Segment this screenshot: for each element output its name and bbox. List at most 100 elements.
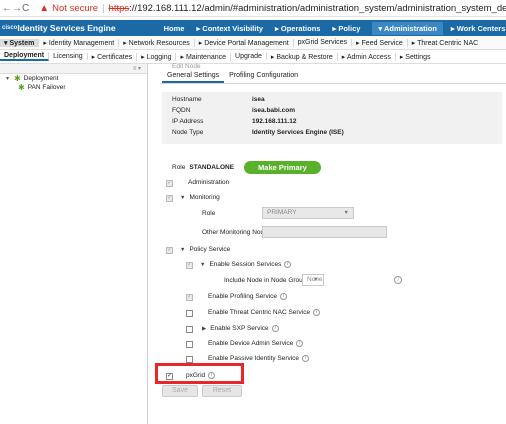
submenu-admin-access[interactable]: ▸ Admin Access <box>338 52 396 61</box>
tab-divider <box>160 83 506 84</box>
passive-identity-checkbox[interactable] <box>186 356 193 363</box>
nav-administration[interactable]: ▾ Administration <box>372 21 443 35</box>
tree-item-deployment[interactable]: ▾ ✱ Deployment <box>0 74 147 83</box>
submenu-backup-restore[interactable]: ▸ Backup & Restore <box>267 52 338 61</box>
menu-identity-management[interactable]: ▸ Identity Management <box>39 38 120 47</box>
threat-nac-text: Enable Threat Centric NAC Service <box>208 309 311 316</box>
session-services-label[interactable]: ▼ Enable Session Services i <box>200 261 292 268</box>
fqdn-row: FQDN isea.babi.com <box>172 107 295 114</box>
url-path[interactable]: ://192.168.111.12/admin/#administration/… <box>129 3 506 14</box>
monitoring-role-select[interactable]: PRIMARY ▼ <box>262 207 354 219</box>
deployment-tree-panel: ≡ ▾ ▾ ✱ Deployment ✱ PAN Failover <box>0 64 148 424</box>
threat-nac-label: Enable Threat Centric NAC Service i <box>208 309 321 316</box>
device-admin-checkbox[interactable] <box>186 341 193 348</box>
sxp-checkbox[interactable] <box>186 326 193 333</box>
save-button[interactable]: Save <box>162 385 198 397</box>
info-icon[interactable]: i <box>271 325 279 332</box>
breadcrumb: Edit Node <box>172 63 201 70</box>
policy-service-text: Policy Service <box>189 246 231 253</box>
include-node-label: Include Node in Node Group <box>224 277 307 284</box>
caret-down-icon[interactable]: ▼ <box>180 195 185 201</box>
tab-general-settings[interactable]: General Settings <box>162 72 225 83</box>
role-row: Role STANDALONE Make Primary <box>172 161 321 174</box>
submenu-deployment[interactable]: Deployment <box>0 52 50 61</box>
caret-down-icon[interactable]: ▼ <box>180 247 185 253</box>
other-monitoring-node-field[interactable] <box>262 226 387 238</box>
session-services-checkbox[interactable] <box>186 262 193 269</box>
submenu-logging[interactable]: ▸ Logging <box>137 52 177 61</box>
sxp-text: Enable SXP Service <box>210 325 269 332</box>
make-primary-button[interactable]: Make Primary <box>244 161 321 174</box>
reset-button[interactable]: Reset <box>202 385 242 397</box>
dropdown-arrow-icon: ▼ <box>343 210 349 216</box>
menu-network-resources[interactable]: ▸ Network Resources <box>119 38 195 47</box>
node-type-label: Node Type <box>172 129 204 136</box>
menu-system[interactable]: ▾ System <box>0 38 40 47</box>
device-admin-text: Enable Device Admin Service <box>208 340 294 347</box>
administration-checkbox[interactable] <box>166 180 173 187</box>
nav-context-visibility[interactable]: ▸ Context Visibility <box>196 24 263 33</box>
chevron-down-icon[interactable]: ▾ <box>6 75 14 82</box>
submenu-upgrade[interactable]: Upgrade <box>231 53 267 60</box>
role-label: Role <box>172 164 186 171</box>
submenu-licensing[interactable]: Licensing <box>49 53 88 60</box>
submenu-certificates[interactable]: ▸ Certificates <box>88 52 138 61</box>
sxp-label[interactable]: ▶ Enable SXP Service i <box>202 325 279 332</box>
menu-device-portal-management[interactable]: ▸ Device Portal Management <box>195 38 294 47</box>
not-secure-label[interactable]: Not secure <box>52 3 98 14</box>
submenu-settings[interactable]: ▸ Settings <box>396 53 435 61</box>
menu-pxgrid-services[interactable]: pxGrid Services <box>294 39 353 46</box>
policy-service-label[interactable]: ▼ Policy Service <box>180 246 230 253</box>
hostname-value: isea <box>252 96 265 103</box>
administration-label: Administration <box>188 179 230 186</box>
warning-icon: ▲ <box>39 2 50 14</box>
info-icon[interactable]: i <box>284 261 292 268</box>
monitoring-label[interactable]: ▼ Monitoring <box>180 194 220 201</box>
passive-identity-text: Enable Passive Identity Service <box>208 355 300 362</box>
tree-item-pan-failover[interactable]: ✱ PAN Failover <box>0 83 147 92</box>
monitoring-role-value: PRIMARY <box>267 209 297 216</box>
tree-item-label: PAN Failover <box>27 84 66 91</box>
threat-nac-checkbox[interactable] <box>186 310 193 317</box>
profiling-checkbox[interactable] <box>186 294 193 301</box>
forward-arrow-icon[interactable]: → <box>12 3 22 14</box>
hostname-label: Hostname <box>172 96 202 103</box>
info-icon[interactable]: i <box>296 340 304 347</box>
pan-failover-icon: ✱ <box>18 83 25 92</box>
hostname-row: Hostname isea <box>172 96 265 103</box>
profiling-label: Enable Profiling Service i <box>208 293 288 300</box>
back-arrow-icon[interactable]: ← <box>2 3 12 14</box>
info-icon[interactable]: i <box>302 355 310 362</box>
role-value: STANDALONE <box>189 164 235 171</box>
info-icon[interactable]: i <box>313 309 321 316</box>
session-services-text: Enable Session Services <box>209 261 282 268</box>
nav-operations[interactable]: ▸ Operations <box>275 24 320 33</box>
ise-header: cisco Identity Services Engine Home ▸ Co… <box>0 20 506 36</box>
browser-address-bar: ← → C ▲ Not secure | https://192.168.111… <box>0 0 506 17</box>
nav-work-centers[interactable]: ▸ Work Centers <box>451 24 505 33</box>
url-separator: | <box>102 2 105 14</box>
info-icon[interactable]: i <box>280 293 288 300</box>
reload-icon[interactable]: C <box>22 3 29 14</box>
monitoring-role-label: Role <box>202 210 216 217</box>
monitoring-checkbox[interactable] <box>166 195 173 202</box>
nav-home[interactable]: Home <box>164 24 185 33</box>
node-type-value: Identity Services Engine (ISE) <box>252 129 344 136</box>
tab-profiling-configuration[interactable]: Profiling Configuration <box>224 72 303 83</box>
node-group-select[interactable]: None ▼ <box>302 274 324 286</box>
caret-down-icon[interactable]: ▼ <box>200 262 205 268</box>
caret-right-icon[interactable]: ▶ <box>202 326 206 332</box>
node-type-row: Node Type Identity Services Engine (ISE) <box>172 129 344 136</box>
fqdn-value: isea.babi.com <box>252 107 295 114</box>
tree-options-icon[interactable]: ≡ ▾ <box>133 65 141 72</box>
profiling-text: Enable Profiling Service <box>208 293 278 300</box>
submenu-maintenance[interactable]: ▸ Maintenance <box>176 52 232 61</box>
menu-feed-service[interactable]: ▸ Feed Service <box>352 38 408 47</box>
policy-service-checkbox[interactable] <box>166 247 173 254</box>
node-tabs: General Settings Profiling Configuration <box>162 72 303 83</box>
menu-threat-centric-nac[interactable]: ▸ Threat Centric NAC <box>408 39 482 47</box>
nav-policy[interactable]: ▸ Policy <box>332 24 360 33</box>
info-icon[interactable]: i <box>394 276 402 284</box>
monitoring-text: Monitoring <box>189 194 220 201</box>
url-scheme[interactable]: https <box>109 3 130 14</box>
